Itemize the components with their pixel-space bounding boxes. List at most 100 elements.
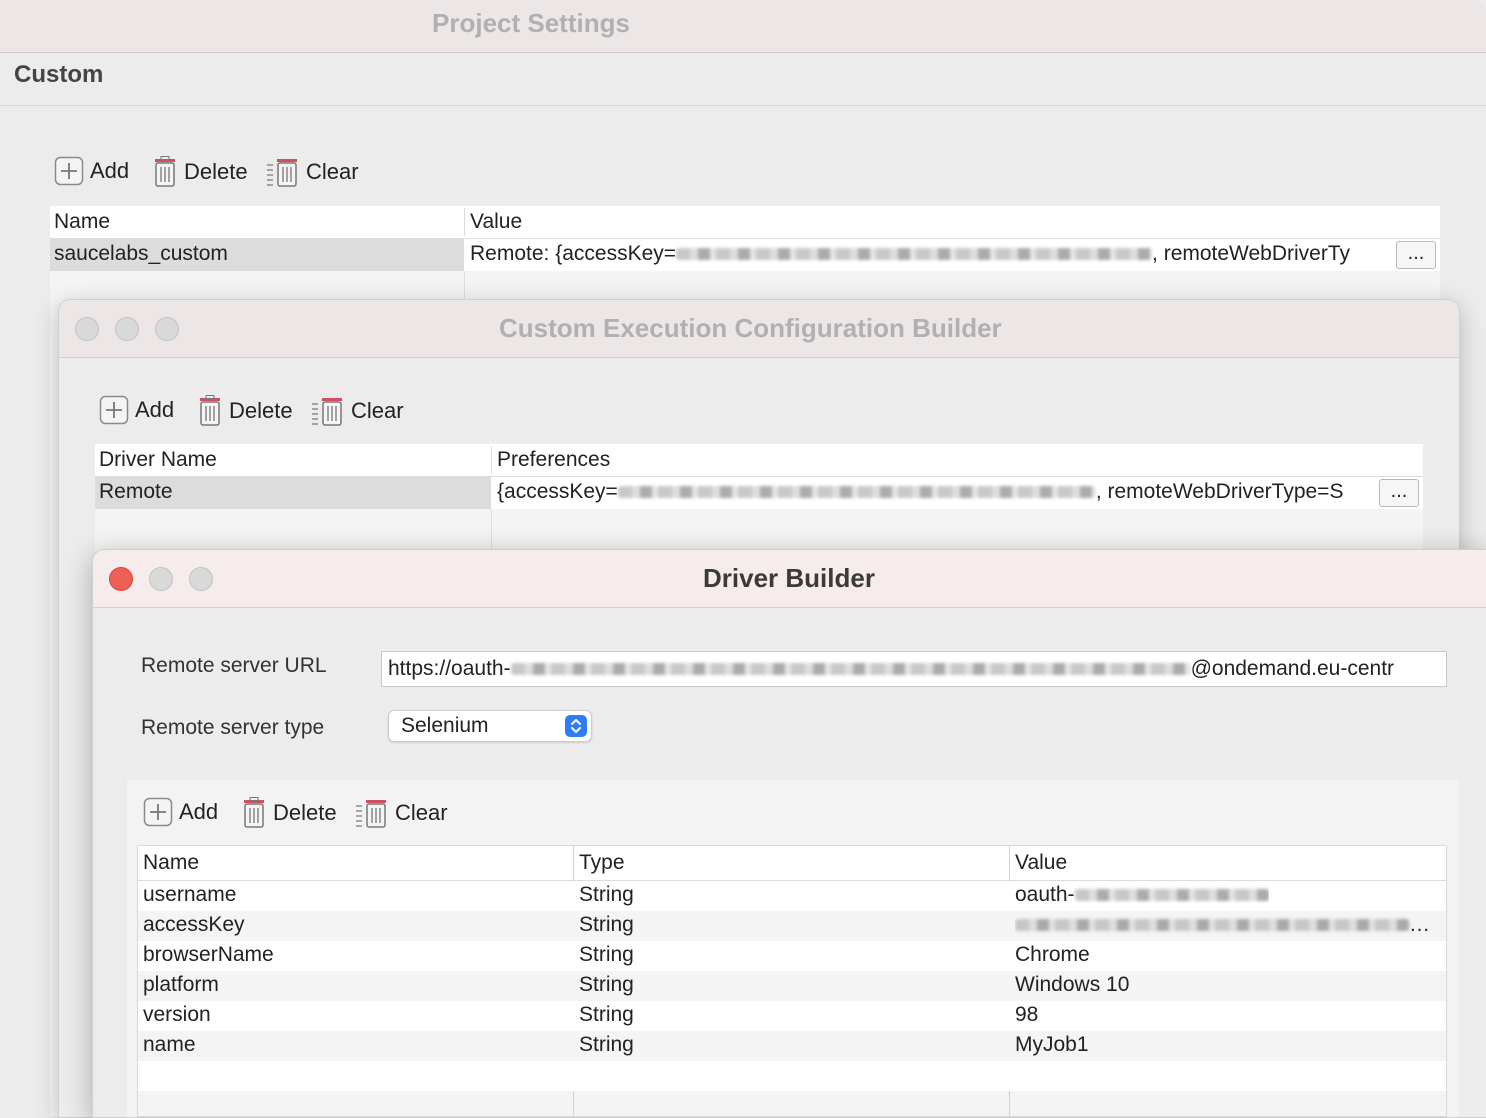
- add-label: Add: [135, 397, 175, 422]
- trash-icon: [200, 395, 220, 426]
- plus-icon: [99, 395, 129, 425]
- capabilities-table: Name Type Value username String oauth- a…: [137, 845, 1447, 1117]
- driver-builder-window: Driver Builder Remote server URL https:/…: [92, 549, 1486, 1118]
- ceb-clear-button[interactable]: Clear: [311, 395, 404, 427]
- table-header: Driver Name Preferences: [95, 444, 1423, 477]
- table-row[interactable]: Remote {accessKey= , remoteWebDriverType=…: [95, 477, 1423, 509]
- zoom-button[interactable]: [155, 317, 179, 341]
- remote-type-value: Selenium: [401, 714, 489, 737]
- driver-builder-titlebar: Driver Builder: [93, 550, 1486, 608]
- cap-delete-button[interactable]: Delete: [241, 797, 337, 829]
- add-button[interactable]: Add: [54, 156, 129, 186]
- clear-trash-icon: [312, 398, 342, 426]
- close-button[interactable]: [75, 317, 99, 341]
- table-row[interactable]: accessKey String …: [138, 911, 1446, 941]
- row-type: String: [579, 913, 634, 936]
- delete-button[interactable]: Delete: [152, 156, 248, 188]
- column-divider: [491, 446, 492, 474]
- table-header: Name Value: [50, 206, 1440, 239]
- row-pref-suffix: , remoteWebDriverType=S: [1095, 480, 1344, 503]
- row-value[interactable]: Remote: {accessKey= , remoteWebDriverTy: [470, 242, 1396, 266]
- row-value-prefix: Remote: {accessKey=: [470, 242, 677, 265]
- row-value[interactable]: MyJob1: [1015, 1033, 1089, 1057]
- column-header-preferences[interactable]: Preferences: [497, 448, 610, 472]
- column-header-name[interactable]: Name: [143, 851, 199, 875]
- blurred-value: [617, 486, 1096, 499]
- delete-label: Delete: [273, 800, 337, 825]
- row-type: String: [579, 1003, 634, 1026]
- capabilities-panel: Add Delete Clear Name Type Value usernam…: [127, 780, 1459, 1117]
- clear-trash-icon: [356, 800, 386, 828]
- table-row[interactable]: username String oauth-: [138, 881, 1446, 911]
- column-divider: [464, 208, 465, 236]
- remote-url-input[interactable]: https://oauth- @ondemand.eu-centr: [381, 651, 1447, 687]
- close-button[interactable]: [109, 567, 133, 591]
- table-row[interactable]: version String 98: [138, 1001, 1446, 1031]
- table-row[interactable]: name String MyJob1: [138, 1031, 1446, 1061]
- project-settings-title: Project Settings: [432, 8, 630, 38]
- table-row[interactable]: platform String Windows 10: [138, 971, 1446, 1001]
- row-value[interactable]: 98: [1015, 1003, 1038, 1027]
- clear-label: Clear: [395, 800, 448, 825]
- table-row[interactable]: browserName String Chrome: [138, 941, 1446, 971]
- clear-label: Clear: [306, 159, 359, 184]
- row-value-suffix: , remoteWebDriverTy: [1152, 242, 1351, 265]
- trash-icon: [244, 797, 264, 828]
- remote-url-label: Remote server URL: [141, 654, 327, 677]
- row-value-text: …: [1409, 913, 1430, 936]
- blurred-value: [1074, 889, 1269, 902]
- row-value[interactable]: Chrome: [1015, 943, 1090, 967]
- plus-icon: [54, 156, 84, 186]
- ceb-title: Custom Execution Configuration Builder: [499, 313, 1002, 343]
- chevron-updown-icon: [565, 715, 587, 737]
- row-name: name: [143, 1033, 196, 1056]
- edit-preferences-button[interactable]: ...: [1379, 479, 1419, 507]
- clear-label: Clear: [351, 398, 404, 423]
- zoom-button[interactable]: [189, 567, 213, 591]
- row-name: saucelabs_custom: [54, 242, 228, 265]
- table-header: Name Type Value: [138, 846, 1446, 881]
- row-value[interactable]: Windows 10: [1015, 973, 1129, 997]
- ceb-add-button[interactable]: Add: [99, 395, 174, 425]
- driver-builder-title: Driver Builder: [703, 563, 875, 593]
- row-type: String: [579, 973, 634, 996]
- trash-icon: [155, 156, 175, 187]
- row-name: browserName: [143, 943, 274, 966]
- minimize-button[interactable]: [115, 317, 139, 341]
- blurred-value: [1015, 919, 1409, 932]
- plus-icon: [143, 797, 173, 827]
- column-header-type[interactable]: Type: [579, 851, 625, 875]
- column-header-value[interactable]: Value: [1015, 851, 1067, 875]
- ceb-delete-button[interactable]: Delete: [197, 395, 293, 427]
- cap-clear-button[interactable]: Clear: [355, 797, 448, 829]
- row-name: username: [143, 883, 237, 906]
- cap-add-button[interactable]: Add: [143, 797, 218, 827]
- column-divider-body: [491, 509, 492, 549]
- delete-label: Delete: [184, 159, 248, 184]
- column-header-value[interactable]: Value: [470, 210, 522, 234]
- clear-button[interactable]: Clear: [266, 156, 359, 188]
- url-prefix: https://oauth-: [388, 657, 511, 680]
- row-type: String: [579, 943, 634, 966]
- minimize-button[interactable]: [149, 567, 173, 591]
- row-value-text: oauth-: [1015, 883, 1075, 906]
- row-pref-prefix: {accessKey=: [497, 480, 618, 503]
- row-name: accessKey: [143, 913, 245, 936]
- ceb-titlebar: Custom Execution Configuration Builder: [59, 300, 1459, 358]
- row-type: String: [579, 1033, 634, 1056]
- blurred-value: [676, 248, 1153, 261]
- row-value[interactable]: oauth-: [1015, 883, 1269, 907]
- row-driver-name: Remote: [99, 480, 173, 503]
- blurred-value: [510, 663, 1191, 676]
- row-value[interactable]: …: [1015, 913, 1430, 937]
- edit-value-button[interactable]: ...: [1396, 241, 1436, 269]
- table-row[interactable]: saucelabs_custom Remote: {accessKey= , re…: [50, 239, 1440, 271]
- section-header: Custom: [0, 53, 1486, 106]
- column-header-name[interactable]: Name: [54, 210, 110, 234]
- section-title: Custom: [14, 61, 104, 88]
- row-type: String: [579, 883, 634, 906]
- clear-trash-icon: [267, 159, 297, 187]
- remote-type-select[interactable]: Selenium: [388, 710, 592, 742]
- row-preferences[interactable]: {accessKey= , remoteWebDriverType=S: [497, 480, 1379, 504]
- column-header-driver-name[interactable]: Driver Name: [99, 448, 217, 472]
